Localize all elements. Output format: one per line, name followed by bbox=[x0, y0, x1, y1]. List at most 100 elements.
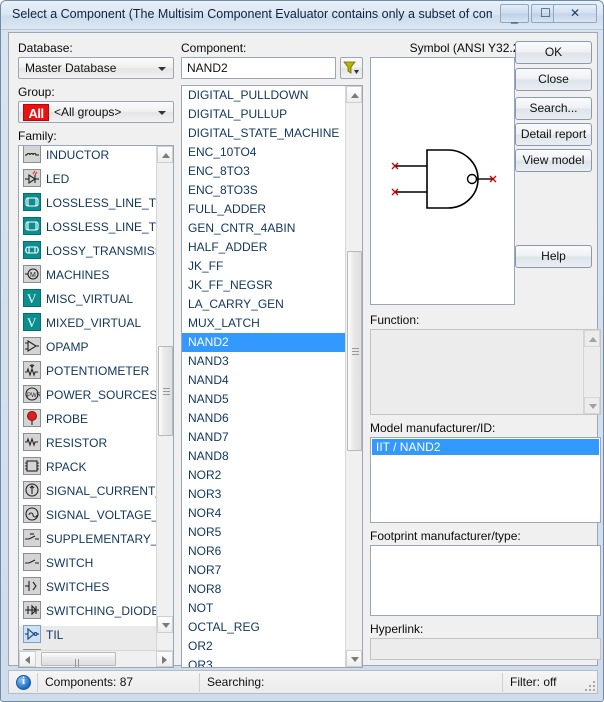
scroll-left-arrow[interactable] bbox=[19, 651, 36, 667]
family-item-resistor[interactable]: RESISTOR bbox=[19, 433, 156, 458]
window-title: Select a Component (The Multisim Compone… bbox=[12, 7, 492, 21]
detail-report-button[interactable]: Detail report bbox=[515, 123, 592, 146]
component-item[interactable]: LA_CARRY_GEN bbox=[182, 295, 345, 314]
component-item[interactable]: DIGITAL_PULLUP bbox=[182, 105, 345, 124]
scroll-down-arrow[interactable] bbox=[346, 650, 362, 667]
component-filter-button[interactable] bbox=[340, 57, 363, 79]
family-item-machines[interactable]: M MACHINES bbox=[19, 265, 156, 290]
family-item-lossless_line_type[interactable]: LOSSLESS_LINE_TYPE bbox=[19, 193, 156, 218]
resize-grip[interactable] bbox=[585, 681, 595, 691]
component-item[interactable]: NOR7 bbox=[182, 561, 345, 580]
component-item[interactable]: NOR4 bbox=[182, 504, 345, 523]
component-item[interactable]: NAND6 bbox=[182, 409, 345, 428]
svg-text:V: V bbox=[27, 291, 37, 306]
family-item-mixed_virtual[interactable]: V MIXED_VIRTUAL bbox=[19, 313, 156, 338]
family-item-led[interactable]: LED bbox=[19, 169, 156, 194]
close-button[interactable]: ✕ bbox=[553, 4, 597, 23]
component-list-items[interactable]: DIGITAL_PULLDOWN DIGITAL_PULLUP DIGITAL_ST… bbox=[182, 86, 345, 667]
function-textbox[interactable] bbox=[370, 329, 601, 415]
family-listbox[interactable]: INDUCTOR LED LOSSLESS_LINE_TYPE LOSSLESS_LI… bbox=[18, 145, 174, 668]
component-item[interactable]: NOR3 bbox=[182, 485, 345, 504]
status-filter: Filter: off bbox=[510, 675, 557, 689]
family-vertical-scrollbar[interactable] bbox=[156, 146, 173, 650]
family-list-items[interactable]: INDUCTOR LED LOSSLESS_LINE_TYPE LOSSLESS_LI… bbox=[19, 146, 156, 667]
family-item-switches[interactable]: SWITCHES bbox=[19, 577, 156, 602]
family-item-potentiometer[interactable]: POTENTIOMETER bbox=[19, 361, 156, 386]
component-item[interactable]: FULL_ADDER bbox=[182, 200, 345, 219]
model-manufacturer-listbox[interactable]: IIT / NAND2 bbox=[370, 437, 601, 523]
component-item[interactable]: ENC_8TO3S bbox=[182, 181, 345, 200]
component-item[interactable]: ENC_8TO3 bbox=[182, 162, 345, 181]
resistor-icon bbox=[23, 433, 41, 451]
component-item[interactable]: NOR8 bbox=[182, 580, 345, 599]
family-item-power_sources[interactable]: PWR POWER_SOURCES bbox=[19, 385, 156, 410]
family-item-probe[interactable]: PROBE bbox=[19, 409, 156, 434]
minimize-button[interactable]: _ bbox=[500, 4, 529, 24]
component-item[interactable]: DIGITAL_STATE_MACHINE bbox=[182, 124, 345, 143]
component-item[interactable]: OR3 bbox=[182, 656, 345, 667]
family-item-signal_voltage_so[interactable]: SIGNAL_VOLTAGE_SO bbox=[19, 505, 156, 530]
component-item[interactable]: NAND2 bbox=[182, 333, 345, 352]
family-item-til[interactable]: TIL bbox=[19, 625, 156, 650]
close-button-main[interactable]: Close bbox=[515, 68, 592, 91]
family-item-inductor[interactable]: INDUCTOR bbox=[19, 146, 156, 170]
component-item[interactable]: GEN_CNTR_4ABIN bbox=[182, 219, 345, 238]
component-scrollbar-thumb[interactable] bbox=[347, 251, 362, 451]
database-value: Master Database bbox=[25, 61, 117, 75]
family-horizontal-scrollbar[interactable] bbox=[19, 650, 173, 667]
component-item[interactable]: NAND7 bbox=[182, 428, 345, 447]
lossless-line-icon bbox=[23, 193, 41, 211]
scroll-up-arrow[interactable] bbox=[584, 330, 600, 347]
led-icon bbox=[23, 169, 41, 187]
family-item-lossless_line_type[interactable]: LOSSLESS_LINE_TYPE bbox=[19, 217, 156, 242]
ok-button[interactable]: OK bbox=[515, 41, 592, 64]
family-item-switch[interactable]: SWITCH bbox=[19, 553, 156, 578]
footprint-listbox[interactable] bbox=[370, 545, 601, 616]
family-item-label: LOSSLESS_LINE_TYPE bbox=[46, 196, 156, 210]
scroll-up-arrow[interactable] bbox=[346, 86, 362, 103]
database-combobox[interactable]: Master Database bbox=[18, 57, 174, 79]
component-item[interactable]: NOT bbox=[182, 599, 345, 618]
family-item-signal_current_so[interactable]: SIGNAL_CURRENT_SO bbox=[19, 481, 156, 506]
component-item[interactable]: OR2 bbox=[182, 637, 345, 656]
component-item[interactable]: NOR6 bbox=[182, 542, 345, 561]
component-item[interactable]: MUX_LATCH bbox=[182, 314, 345, 333]
search-button[interactable]: Search... bbox=[515, 97, 592, 120]
component-item[interactable]: NOR2 bbox=[182, 466, 345, 485]
scroll-down-arrow[interactable] bbox=[584, 397, 600, 414]
component-item[interactable]: ENC_10TO4 bbox=[182, 143, 345, 162]
component-item[interactable]: JK_FF_NEGSR bbox=[182, 276, 345, 295]
component-item[interactable]: NAND4 bbox=[182, 371, 345, 390]
family-scrollbar-thumb[interactable] bbox=[158, 346, 173, 436]
component-item[interactable]: OCTAL_REG bbox=[182, 618, 345, 637]
component-item[interactable]: NAND5 bbox=[182, 390, 345, 409]
scroll-up-arrow[interactable] bbox=[157, 146, 173, 163]
scroll-down-arrow[interactable] bbox=[157, 616, 173, 633]
component-item[interactable]: NOR5 bbox=[182, 523, 345, 542]
family-item-opamp[interactable]: OPAMP bbox=[19, 337, 156, 362]
family-hscrollbar-thumb[interactable] bbox=[41, 652, 116, 667]
component-item[interactable]: HALF_ADDER bbox=[182, 238, 345, 257]
model-manufacturer-selected-row[interactable]: IIT / NAND2 bbox=[372, 439, 599, 455]
group-combobox[interactable]: All <All groups> bbox=[18, 101, 174, 123]
component-search-input[interactable] bbox=[181, 57, 336, 79]
family-item-misc_virtual[interactable]: V MISC_VIRTUAL bbox=[19, 289, 156, 314]
family-item-rpack[interactable]: RPACK bbox=[19, 457, 156, 482]
family-item-lossy_transmissio[interactable]: LOSSY_TRANSMISSIO bbox=[19, 241, 156, 266]
minimize-icon: _ bbox=[511, 8, 518, 24]
title-bar: Select a Component (The Multisim Compone… bbox=[1, 1, 603, 30]
component-item[interactable]: JK_FF bbox=[182, 257, 345, 276]
component-listbox[interactable]: DIGITAL_PULLDOWN DIGITAL_PULLUP DIGITAL_ST… bbox=[181, 85, 363, 668]
family-item-label: INDUCTOR bbox=[46, 148, 110, 162]
family-item-supplementary_sw[interactable]: SUPPLEMENTARY_SW bbox=[19, 529, 156, 554]
hyperlink-field[interactable] bbox=[370, 638, 601, 660]
family-item-switching_diode[interactable]: SWITCHING_DIODE bbox=[19, 601, 156, 626]
component-item[interactable]: NAND8 bbox=[182, 447, 345, 466]
component-item[interactable]: NAND3 bbox=[182, 352, 345, 371]
function-scrollbar[interactable] bbox=[583, 330, 600, 414]
help-button[interactable]: Help bbox=[515, 245, 592, 268]
component-item[interactable]: DIGITAL_PULLDOWN bbox=[182, 86, 345, 105]
view-model-button[interactable]: View model bbox=[515, 149, 592, 172]
component-vertical-scrollbar[interactable] bbox=[345, 86, 362, 667]
scroll-right-arrow[interactable] bbox=[156, 651, 173, 667]
